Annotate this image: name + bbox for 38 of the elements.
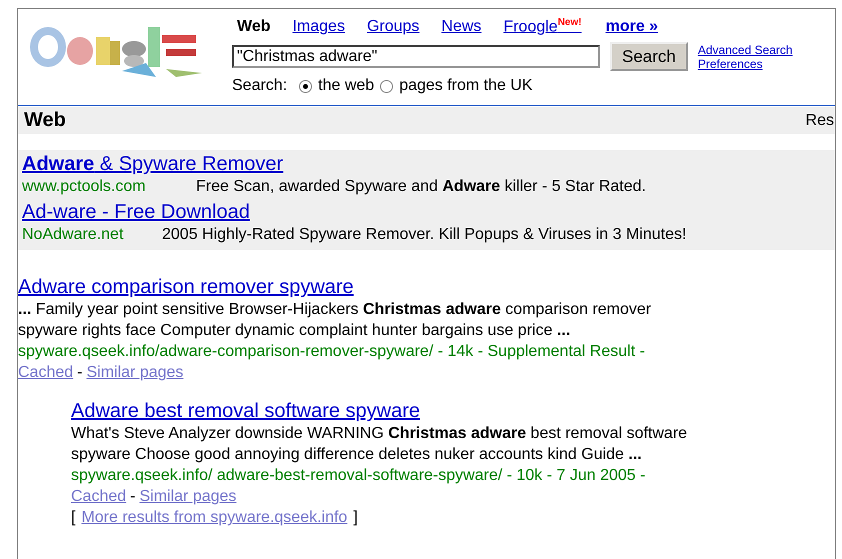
preference-link[interactable]: Advanced Search [698, 42, 793, 57]
result-title[interactable]: Adware best removal software spyware [71, 400, 420, 424]
result-snippet: What's Steve Analyzer downside WARNING Christmas adware best removal software spyware Choose good annoying difference deletes nuker accounts kind Guide ... [71, 424, 688, 466]
bracket: ] [353, 508, 358, 528]
search-button[interactable]: Search [610, 42, 688, 72]
search-tab[interactable]: News [441, 18, 482, 36]
separator: - [77, 363, 82, 384]
result-link[interactable]: Similar pages [139, 486, 236, 508]
more-results-link[interactable]: More results from spyware.qseek.info [81, 507, 348, 528]
search-tab[interactable]: Images [292, 18, 345, 36]
scope-label: Search: [232, 77, 288, 96]
result-title[interactable]: Adware comparison remover spyware [18, 276, 354, 300]
ad-title[interactable]: Ad-ware - Free Download [22, 201, 250, 224]
ad-title[interactable]: Adware & Spyware Remover [22, 153, 284, 176]
result-url: spyware.qseek.info/ adware-best-removal-software-spyware/ - 10k - 7 Jun 2005 - [71, 466, 646, 486]
search-tab[interactable]: Web [237, 18, 270, 36]
radio-label: the web [318, 77, 374, 96]
search-field[interactable]: "Christmas adware" [232, 45, 600, 68]
result-link[interactable]: Similar pages [86, 362, 184, 384]
results-info: Res [806, 112, 835, 130]
more-link[interactable]: more » [606, 18, 658, 36]
ad-url: NoAdware.net [22, 225, 124, 246]
result-link[interactable]: Cached [18, 362, 74, 384]
result-url: spyware.qseek.info/adware-comparison-remover-spyware/ - 14k - Supplemental Result - [18, 342, 646, 362]
search-tab[interactable]: Groups [366, 18, 420, 36]
radio-button[interactable] [299, 80, 312, 93]
result-snippet: ... Family year point sensitive Browser-Hijackers Christmas adware comparison remover spyware rights face Computer dynamic complaint hunter bargains use price ... [18, 300, 652, 342]
radio-label: pages from the UK [399, 77, 533, 96]
preference-link[interactable]: Preferences [698, 56, 793, 71]
ad-text: 2005 Highly-Rated Spyware Remover. Kill Popups & Viruses in 3 Minutes! [162, 225, 686, 246]
bracket: [ [71, 508, 76, 528]
radio-button[interactable] [380, 80, 394, 93]
result-link[interactable]: Cached [71, 486, 126, 508]
search-tab[interactable]: Froogle$^{New!}$ [503, 17, 582, 36]
section-title: Web [24, 109, 66, 132]
ad-text: Free Scan, awarded Spyware and Adware killer - 5 Star Rated. [196, 177, 646, 198]
separator: - [130, 487, 136, 508]
ad-url: www.pctools.com [22, 177, 147, 198]
